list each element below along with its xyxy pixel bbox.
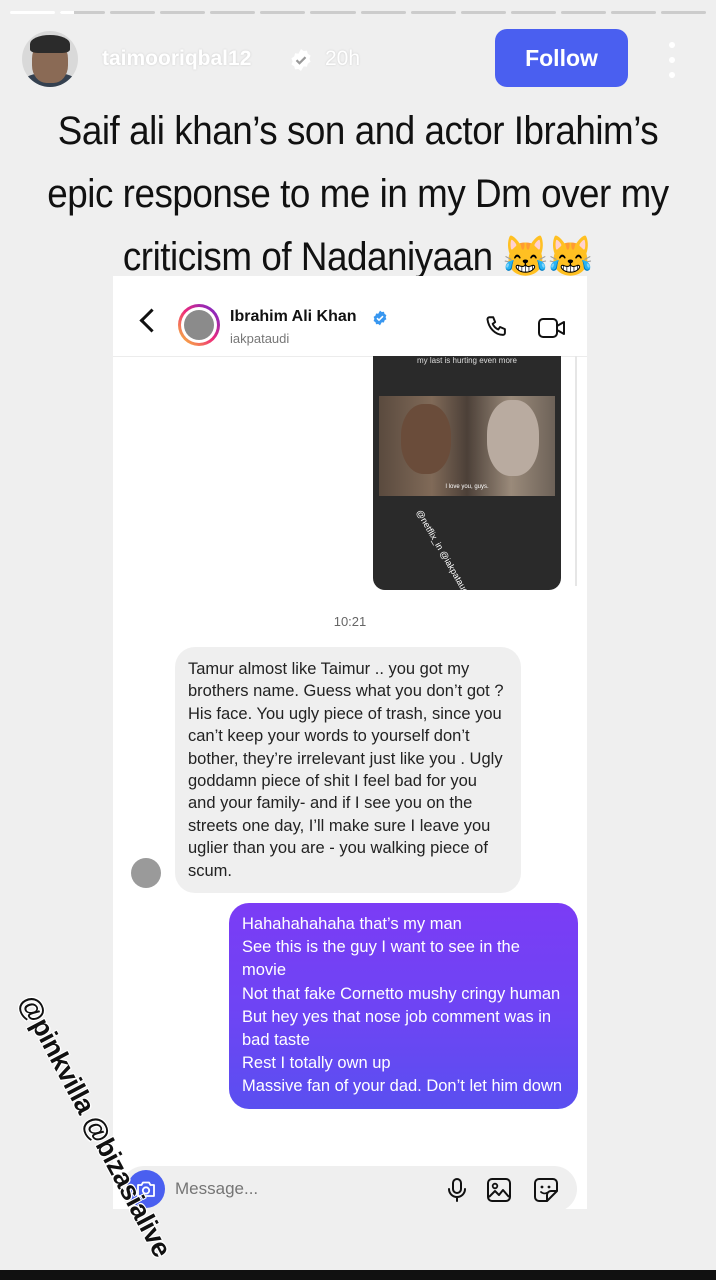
story-username[interactable]: taimooriqbal12 xyxy=(102,47,251,71)
story-progress-segment xyxy=(110,11,156,14)
outgoing-message-line: See this is the guy I want to see in the… xyxy=(242,938,520,980)
shared-story-image[interactable]: my last is hurting even more I love you,… xyxy=(373,356,561,590)
sticker-icon[interactable] xyxy=(533,1177,559,1203)
outgoing-message-line: Massive fan of your dad. Don’t let him d… xyxy=(242,1077,563,1096)
story-progress-segment xyxy=(410,11,456,14)
story-progress-segment xyxy=(510,11,556,14)
video-call-icon[interactable] xyxy=(537,316,567,340)
story-progress-segment xyxy=(610,11,657,14)
more-options-icon[interactable] xyxy=(664,42,680,78)
outgoing-message-line: But hey yes that nose job comment was in… xyxy=(242,1007,552,1050)
sender-avatar xyxy=(131,858,161,888)
phone-call-icon[interactable] xyxy=(484,314,510,340)
story-progress-segment xyxy=(460,11,506,14)
microphone-icon[interactable] xyxy=(446,1177,468,1203)
story-progress-segment xyxy=(360,11,406,14)
story-progress-segment xyxy=(560,11,606,14)
story-progress-segment xyxy=(260,11,306,14)
scroll-divider xyxy=(575,356,577,586)
dm-header: Ibrahim Ali Khan iakpataudi xyxy=(113,276,587,357)
avatar-cap xyxy=(30,35,70,53)
message-timestamp: 10:21 xyxy=(333,614,367,629)
dm-contact-name[interactable]: Ibrahim Ali Khan xyxy=(230,308,357,326)
dm-contact-handle: iakpataudi xyxy=(230,331,290,346)
message-composer xyxy=(121,1166,577,1212)
story-progress-segment xyxy=(160,11,206,14)
message-input[interactable] xyxy=(175,1166,425,1212)
shared-story-subtitle: I love you, guys. xyxy=(445,484,489,490)
story-progress-segment xyxy=(210,11,256,14)
shared-story-still: I love you, guys. xyxy=(379,396,555,496)
story-progress-segment xyxy=(60,11,106,14)
story-time-ago: 20h xyxy=(325,47,361,70)
outgoing-message-line: Rest I totally own up xyxy=(242,1054,391,1073)
shared-story-caption: my last is hurting even more xyxy=(416,356,518,365)
dm-avatar[interactable] xyxy=(178,304,220,346)
outgoing-message-line: Hahahahahaha that’s my man xyxy=(242,915,462,933)
shared-story-tag: @netflix_in @iakpataudi xyxy=(414,508,472,590)
back-arrow-icon[interactable] xyxy=(139,308,164,333)
story-progress-bars xyxy=(10,11,707,14)
bottom-bar xyxy=(0,1270,716,1280)
incoming-message-bubble[interactable]: Tamur almost like Taimur .. you got my b… xyxy=(175,647,521,894)
story-progress-segment xyxy=(10,11,56,14)
verified-badge-icon xyxy=(373,310,387,326)
outgoing-message-bubble[interactable]: Hahahahahaha that’s my man See this is t… xyxy=(229,903,578,1109)
story-progress-segment xyxy=(661,11,707,14)
follow-button[interactable]: Follow xyxy=(495,29,628,87)
outgoing-message-line: Not that fake Cornetto mushy cringy huma… xyxy=(242,984,561,1003)
avatar[interactable] xyxy=(22,31,78,87)
story-caption: Saif ali khan’s son and actor Ibrahim’s … xyxy=(47,109,669,279)
gallery-icon[interactable] xyxy=(486,1177,512,1203)
verified-badge-icon xyxy=(291,49,311,71)
dm-screenshot: Ibrahim Ali Khan iakpataudi my last is h… xyxy=(113,276,587,1212)
story-progress-segment xyxy=(310,11,356,14)
